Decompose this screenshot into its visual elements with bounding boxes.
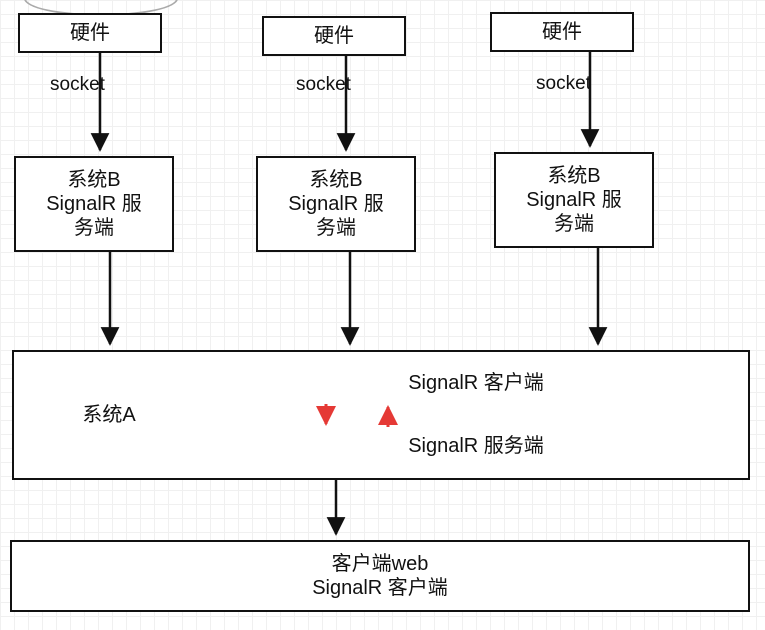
- node-label: SignalR 服务端: [408, 434, 544, 458]
- node-web-client: 客户端web SignalR 客户端: [10, 540, 750, 612]
- node-signalR-client: SignalR 客户端: [204, 350, 750, 415]
- node-systemB-3: 系统B SignalR 服 务端: [494, 152, 654, 248]
- node-hardware-2: 硬件: [262, 16, 406, 56]
- node-label: 硬件: [70, 21, 110, 45]
- text-line: SignalR 服: [526, 188, 622, 212]
- node-label: 系统A: [82, 403, 135, 427]
- text-line: 系统B: [288, 168, 384, 192]
- text-line: 系统B: [526, 164, 622, 188]
- node-label: 硬件: [542, 20, 582, 44]
- node-label: SignalR 客户端: [408, 371, 544, 395]
- text-line: SignalR 客户端: [312, 576, 448, 600]
- edges-layer: [0, 0, 765, 630]
- edge-label-socket-1: socket: [50, 74, 105, 96]
- text-line: 务端: [46, 216, 142, 240]
- node-systemB-2: 系统B SignalR 服 务端: [256, 156, 416, 252]
- text-line: SignalR 服: [288, 192, 384, 216]
- text-line: 客户端web: [312, 552, 448, 576]
- edge-label-socket-2: socket: [296, 74, 351, 96]
- node-hardware-1: 硬件: [18, 13, 162, 53]
- edge-label-socket-3: socket: [536, 73, 591, 95]
- node-systemB-1: 系统B SignalR 服 务端: [14, 156, 174, 252]
- text-line: SignalR 服: [46, 192, 142, 216]
- text-line: 务端: [526, 212, 622, 236]
- node-systemA: 系统A: [12, 350, 206, 480]
- node-hardware-3: 硬件: [490, 12, 634, 52]
- diagram-canvas: 硬件 硬件 硬件 socket socket socket 系统B Signal…: [0, 0, 765, 630]
- node-label: 硬件: [314, 24, 354, 48]
- node-signalR-server: SignalR 服务端: [204, 413, 750, 480]
- text-line: 务端: [288, 216, 384, 240]
- text-line: 系统B: [46, 168, 142, 192]
